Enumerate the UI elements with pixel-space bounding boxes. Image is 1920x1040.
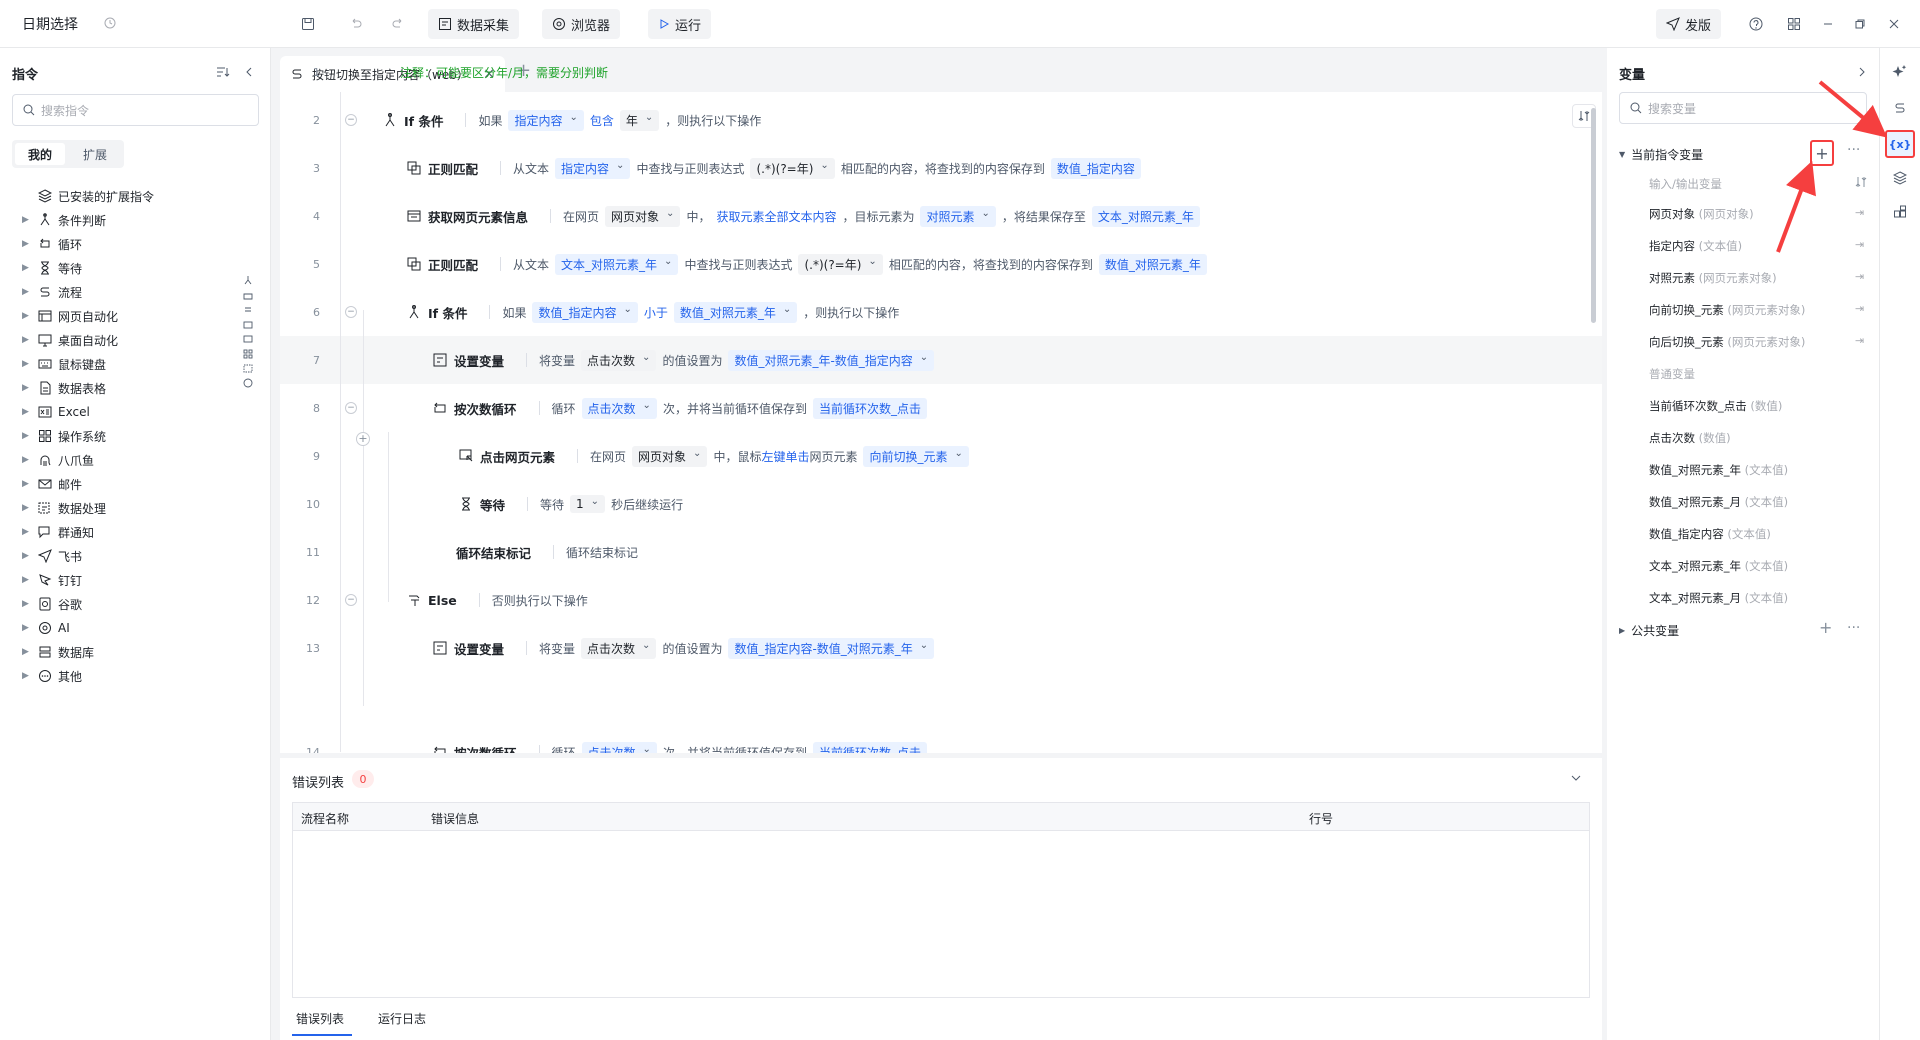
annotation-arrows [1776,80,1888,253]
